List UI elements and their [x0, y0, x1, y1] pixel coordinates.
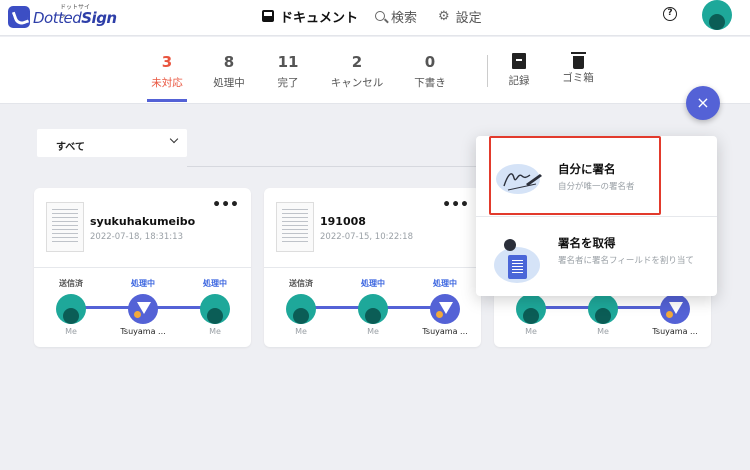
avatar: [56, 294, 86, 324]
document-card[interactable]: ••• syukuhakumeibo 2022-07-18, 18:31:13 …: [34, 188, 251, 347]
archive-icon: [512, 53, 526, 69]
signer-step: 送信済 Me: [271, 278, 331, 336]
document-thumbnail: [276, 202, 314, 252]
more-options-icon[interactable]: •••: [442, 198, 469, 212]
document-card[interactable]: ••• 191008 2022-07-15, 10:22:18 送信済 Me 処…: [264, 188, 481, 347]
tab-trash[interactable]: ゴミ箱: [548, 52, 608, 85]
top-header: ドットサイン DottedSign ドキュメント 検索 ⚙ 設定 ?: [0, 0, 750, 36]
signer-step: 処理中 Tsuyama ...: [120, 279, 166, 336]
signer-step: 送信済 Me: [41, 278, 101, 336]
avatar: [430, 294, 460, 324]
document-thumbnail: [46, 202, 84, 252]
avatar: [660, 294, 690, 324]
dottedsign-logo[interactable]: ドットサイン DottedSign: [8, 2, 117, 30]
card-divider: [264, 267, 481, 268]
document-title: 191008: [320, 215, 366, 228]
avatar: [516, 294, 546, 324]
tab-processing[interactable]: 8 処理中: [199, 53, 259, 90]
signer-step: 処理中 Me: [185, 278, 245, 336]
menu-item-description: 署名者に署名フィールドを割り当て: [558, 256, 694, 266]
menu-item-title: 署名を取得: [558, 236, 616, 250]
menu-item-request-signature[interactable]: 署名を取得 署名者に署名フィールドを割り当て: [476, 216, 717, 296]
highlight-box: [489, 136, 661, 215]
request-signature-illustration-icon: [494, 233, 544, 285]
user-avatar[interactable]: [702, 0, 732, 30]
avatar: [358, 294, 388, 324]
document-date: 2022-07-18, 18:31:13: [90, 232, 183, 242]
document-date: 2022-07-15, 10:22:18: [320, 232, 413, 242]
close-fab-button[interactable]: ×: [686, 86, 720, 120]
active-tab-indicator: [147, 99, 187, 102]
tab-unhandled[interactable]: 3 未対応: [137, 53, 197, 90]
search-icon: [375, 11, 385, 21]
status-tabs-bar: 3 未対応 8 処理中 11 完了 2 キャンセル 0 下書き 記録 ゴミ箱: [0, 37, 750, 104]
help-icon[interactable]: ?: [663, 7, 677, 21]
nav-documents[interactable]: ドキュメント: [262, 6, 358, 26]
nav-settings[interactable]: ⚙ 設定: [438, 6, 482, 26]
trash-icon: [570, 52, 586, 69]
avatar: [128, 294, 158, 324]
filter-dropdown[interactable]: すべて: [37, 129, 187, 157]
card-divider: [34, 267, 251, 268]
inbox-icon: [262, 10, 274, 22]
tab-cancelled[interactable]: 2 キャンセル: [327, 53, 387, 90]
nav-search[interactable]: 検索: [375, 6, 417, 26]
filter-divider: [187, 166, 477, 167]
signer-step: 処理中 Me: [343, 278, 403, 336]
tab-divider: [487, 55, 488, 87]
gear-icon: ⚙: [438, 8, 450, 24]
tab-records[interactable]: 記録: [489, 53, 549, 88]
signer-step: 処理中 Tsuyama ...: [422, 279, 468, 336]
avatar: [286, 294, 316, 324]
chevron-down-icon: [169, 134, 179, 144]
document-title: syukuhakumeibo: [90, 215, 196, 228]
tab-drafts[interactable]: 0 下書き: [400, 53, 460, 90]
logo-text: DottedSign: [33, 9, 117, 27]
logo-mark-icon: [8, 6, 30, 28]
more-options-icon[interactable]: •••: [212, 198, 239, 212]
avatar: [588, 294, 618, 324]
tab-completed[interactable]: 11 完了: [258, 53, 318, 90]
avatar: [200, 294, 230, 324]
